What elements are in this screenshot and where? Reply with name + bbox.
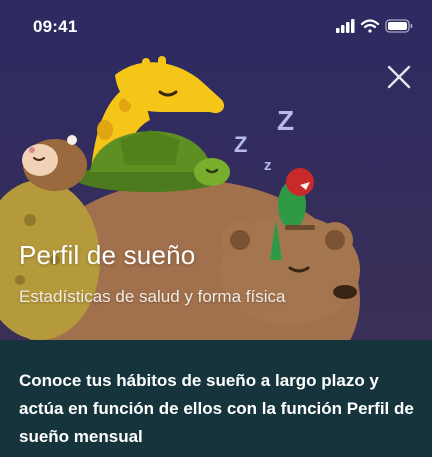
sleep-z-large: Z bbox=[277, 105, 294, 136]
close-icon bbox=[387, 65, 411, 89]
page-subtitle: Estadísticas de salud y forma física bbox=[19, 287, 286, 306]
sleep-zzz: Z Z z bbox=[234, 105, 294, 174]
status-bar: 09:41 bbox=[0, 0, 432, 52]
bear-head bbox=[220, 215, 360, 325]
signal-icon bbox=[336, 19, 355, 33]
feature-description: Conoce tus hábitos de sueño a largo plaz… bbox=[19, 371, 414, 446]
close-button[interactable] bbox=[384, 62, 414, 92]
sleep-z-medium: Z bbox=[234, 132, 247, 157]
status-icons bbox=[336, 18, 414, 39]
wifi-icon bbox=[360, 19, 380, 33]
battery-icon bbox=[385, 19, 413, 33]
sleep-z-small: z bbox=[264, 157, 272, 174]
page-title: Perfil de sueño bbox=[19, 240, 196, 270]
status-time: 09:41 bbox=[33, 17, 78, 36]
hero-banner: Z Z z 09:41 Perfil de sueño Estadísticas… bbox=[0, 0, 432, 340]
hedgehog bbox=[22, 135, 87, 191]
